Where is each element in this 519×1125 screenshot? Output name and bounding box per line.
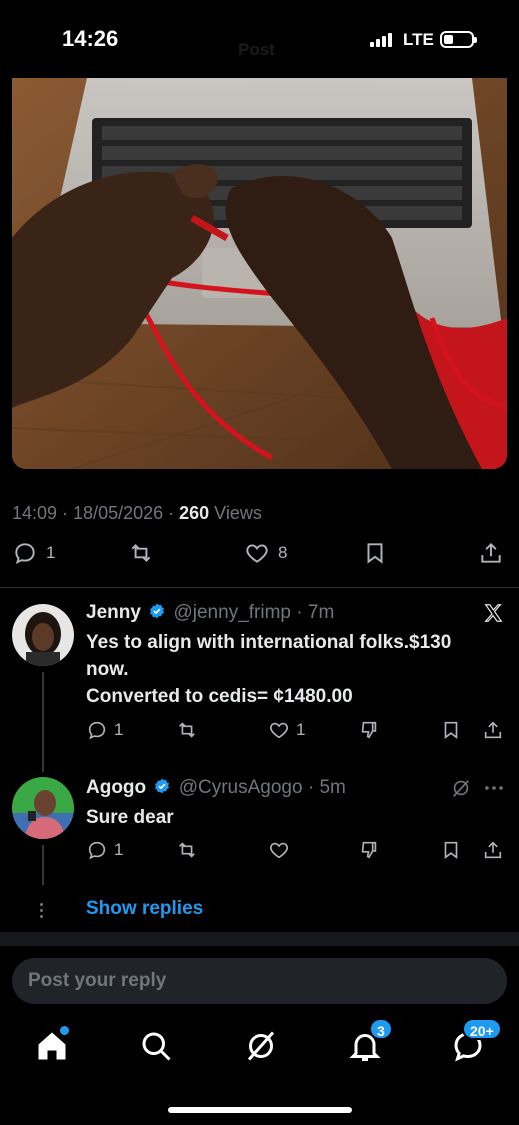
repost-icon [179,722,195,738]
share-icon [481,542,501,563]
bookmark-button[interactable] [440,839,462,861]
heart-icon [270,722,288,739]
reply-actions: 1 1 [0,719,519,747]
more-icon[interactable] [484,783,504,793]
reply-button[interactable]: 1 [12,540,55,566]
reply-icon [88,841,106,860]
grok-icon[interactable] [450,777,472,799]
tab-home[interactable] [34,1026,70,1064]
tab-messages[interactable]: 20+ [450,1018,502,1064]
section-divider [0,932,519,946]
avatar-jenny [12,604,74,666]
like-button[interactable]: 8 [244,540,287,566]
like-count: 8 [278,543,288,562]
thumbs-down-icon [361,841,377,859]
repost-icon [179,842,195,858]
bookmark-icon [444,721,458,739]
reply-count: 1 [114,840,124,859]
share-button[interactable] [478,540,504,566]
reply-icon [15,543,35,565]
share-button[interactable] [482,839,504,861]
signal-icon [370,33,396,47]
reply-text-line: Yes to align with international folks.$1… [86,632,452,653]
reply-time: · 5m [307,777,346,798]
reply-text: Sure dear [86,804,506,831]
avatar[interactable] [12,604,74,666]
clock: 14:26 [62,26,119,51]
search-icon [142,1032,171,1061]
bookmark-icon [367,543,383,564]
avatar[interactable] [12,777,74,839]
status-bar: 14:26 Post LTE [0,0,519,78]
tab-search[interactable] [138,1028,174,1064]
like-count: 1 [296,720,306,739]
bookmark-button[interactable] [362,540,388,566]
post-meta: 14:09 · 18/05/2026 · 260 Views [12,503,262,524]
reply-actions: 1 [0,839,519,867]
post-timestamp: 14:09 · 18/05/2026 · [12,503,180,523]
like-button[interactable] [268,839,290,861]
verified-icon [155,778,170,794]
reply-composer[interactable] [12,958,507,1004]
reply-text: Yes to align with international folks.$1… [86,629,506,710]
show-replies-link[interactable]: Show replies [86,898,203,920]
battery-icon [440,31,477,48]
notifications-badge: 3 [369,1018,393,1040]
reply-text-line: Converted to cedis= ¢1480.00 [86,686,353,707]
messages-badge: 20+ [462,1018,502,1040]
reply-time: · 7m [296,602,335,623]
views-label: Views [209,503,262,523]
crochet-photo [12,78,507,469]
tab-notifications[interactable]: 3 [347,1018,393,1064]
bookmark-button[interactable] [440,719,462,741]
repost-button[interactable] [176,719,198,741]
repost-icon [131,544,151,562]
thread-dots-icon [40,903,44,919]
post-actions: 1 8 [0,540,519,580]
network-label: LTE [403,30,434,49]
reply-button[interactable]: 1 [86,719,123,741]
thumbs-down-icon [361,721,377,739]
bottom-tab-bar: 3 20+ [0,1018,519,1080]
avatar-agogo [12,777,74,839]
share-icon [484,841,502,859]
downvote-button[interactable] [358,839,380,861]
grok-icon [247,1031,275,1061]
divider [0,587,519,588]
author-handle[interactable]: @CyrusAgogo [179,777,303,798]
heart-icon [270,842,288,859]
unread-dot [60,1026,69,1035]
reply-header: Jenny @jenny_frimp · 7m [86,602,334,624]
author-handle[interactable]: @jenny_frimp [173,602,291,623]
heart-icon [246,544,268,563]
reply-input[interactable] [12,958,507,1004]
tab-grok[interactable] [243,1028,279,1064]
like-button[interactable]: 1 [268,719,305,741]
repost-button[interactable] [176,839,198,861]
reply-header: Agogo @CyrusAgogo · 5m [86,777,346,799]
reply-icon [88,721,106,740]
reply-count: 1 [46,543,56,562]
views-count: 260 [179,503,210,523]
share-button[interactable] [482,719,504,741]
post-image[interactable] [12,78,507,469]
share-icon [484,721,502,739]
header-title: Post [238,40,275,59]
x-logo-icon [484,604,503,622]
bookmark-icon [444,841,458,859]
reply-count: 1 [114,720,124,739]
reply-text-line: now. [86,659,129,680]
downvote-button[interactable] [358,719,380,741]
author-name[interactable]: Jenny [86,602,141,623]
repost-button[interactable] [128,540,154,566]
reply-button[interactable]: 1 [86,839,123,861]
reply-text-line: Sure dear [86,807,174,828]
home-indicator [168,1107,352,1113]
verified-icon [150,603,165,619]
author-name[interactable]: Agogo [86,777,146,798]
